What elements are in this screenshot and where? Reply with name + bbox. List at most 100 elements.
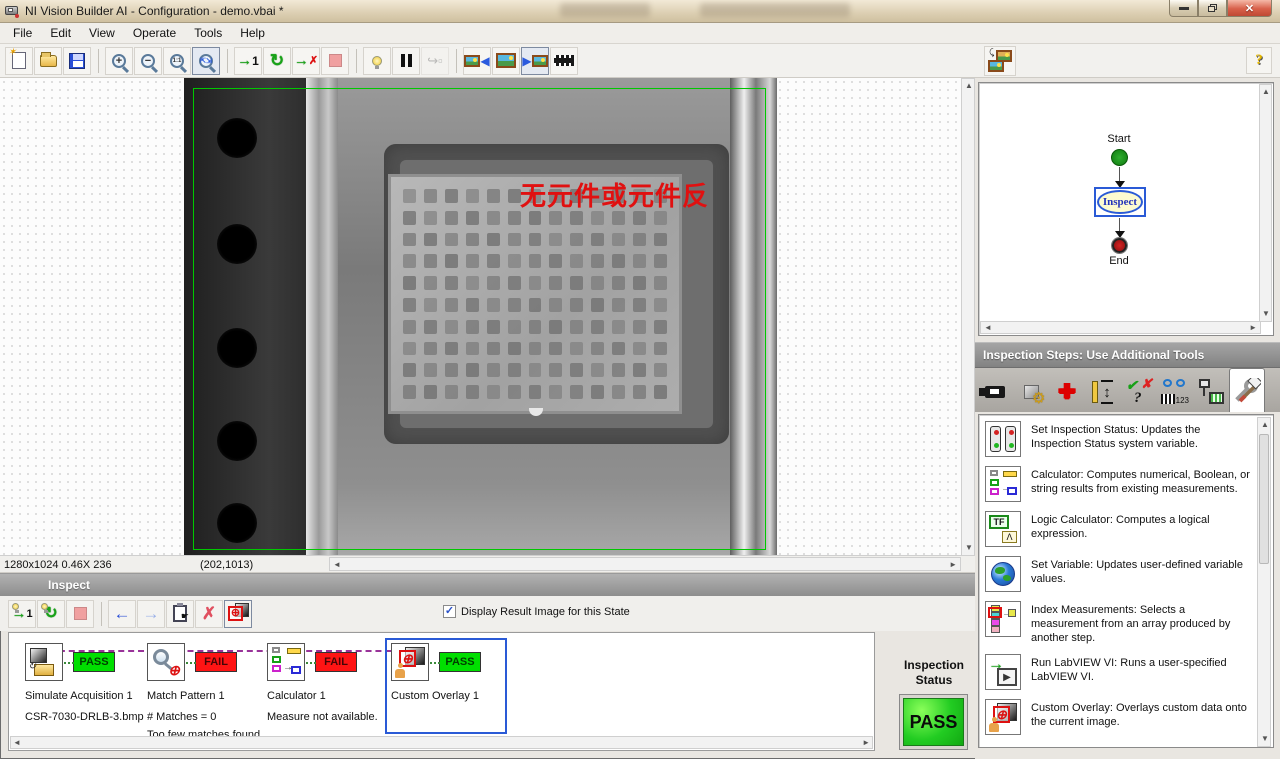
delete-step-button[interactable]: ✗ bbox=[195, 600, 223, 628]
scroll-down-arrow[interactable] bbox=[1262, 310, 1270, 318]
step-status-badge: PASS bbox=[439, 652, 481, 672]
diagram-edge bbox=[1119, 218, 1120, 232]
terminal-icon bbox=[1198, 379, 1224, 405]
highlight-execution-button[interactable] bbox=[363, 47, 391, 75]
current-step-type-button[interactable]: ⊕ bbox=[224, 600, 252, 628]
menu-edit[interactable]: Edit bbox=[41, 23, 80, 43]
next-image-button[interactable]: ▶ bbox=[521, 47, 549, 75]
scrollbar-thumb[interactable] bbox=[1259, 434, 1269, 564]
toolbar-separator bbox=[98, 49, 99, 73]
zoom-out-button[interactable]: − bbox=[134, 47, 162, 75]
new-inspection-button[interactable]: ✶ bbox=[5, 47, 33, 75]
open-inspection-button[interactable] bbox=[34, 47, 62, 75]
wrench-hammer-icon bbox=[1233, 378, 1261, 404]
state-run-loop-button[interactable]: ↻ bbox=[37, 600, 65, 628]
tab-acquire-images[interactable] bbox=[977, 372, 1013, 412]
diagram-edge bbox=[1119, 167, 1120, 182]
stop-button[interactable] bbox=[321, 47, 349, 75]
step-custom-overlay[interactable]: ⊕ PASS Custom Overlay 1 bbox=[391, 643, 509, 681]
scroll-up-arrow[interactable] bbox=[965, 82, 973, 90]
step-over-icon: ↪▫ bbox=[427, 53, 443, 69]
image-viewport[interactable]: 无元件或元件反 bbox=[0, 78, 961, 556]
menu-operate[interactable]: Operate bbox=[124, 23, 185, 43]
tool-run-labview-vi[interactable]: →▶ Run LabVIEW VI: Runs a user-specified… bbox=[985, 654, 1253, 690]
scroll-up-arrow[interactable] bbox=[1262, 88, 1270, 96]
switch-view-button[interactable]: ⤹ bbox=[984, 46, 1016, 76]
step-over-button[interactable]: ↪▫ bbox=[421, 47, 449, 75]
inspect-state-node[interactable]: Inspect bbox=[1094, 187, 1146, 217]
edit-step-button[interactable]: ☛ bbox=[166, 600, 194, 628]
state-run-once-button[interactable]: →1 bbox=[8, 600, 36, 628]
scroll-down-arrow[interactable] bbox=[1261, 735, 1269, 743]
next-step-button[interactable]: → bbox=[137, 600, 165, 628]
step-calculator[interactable]: → FAIL Calculator 1 Measure not availabl… bbox=[267, 643, 385, 681]
display-result-option[interactable]: ✓ Display Result Image for this State bbox=[443, 605, 630, 618]
step-match-pattern[interactable]: ⊕ FAIL Match Pattern 1 # Matches = 0 Too… bbox=[147, 643, 265, 681]
tab-locate-features[interactable]: ✚ bbox=[1049, 372, 1085, 412]
image-horizontal-scrollbar[interactable] bbox=[329, 557, 961, 571]
diagram-vertical-scrollbar[interactable] bbox=[1259, 84, 1272, 322]
checkbox-checked-icon[interactable]: ✓ bbox=[443, 605, 456, 618]
minimize-button[interactable] bbox=[1169, 0, 1198, 17]
scroll-left-arrow[interactable] bbox=[984, 324, 992, 332]
previous-image-button[interactable]: ◀ bbox=[463, 47, 491, 75]
diagram-horizontal-scrollbar[interactable] bbox=[980, 321, 1261, 334]
run-until-fail-button[interactable]: →✗ bbox=[292, 47, 320, 75]
inspect-state-ellipse: Inspect bbox=[1097, 190, 1143, 214]
tool-set-variable[interactable]: Set Variable: Updates user-defined varia… bbox=[985, 556, 1253, 592]
tool-index-measurements[interactable]: → Index Measurements: Selects a measurem… bbox=[985, 601, 1253, 645]
tab-use-additional-tools[interactable] bbox=[1229, 368, 1265, 412]
tool-set-inspection-status[interactable]: Set Inspection Status: Updates the Inspe… bbox=[985, 421, 1253, 457]
tool-name: Calculator: bbox=[1031, 469, 1084, 481]
play-sequence-button[interactable] bbox=[550, 47, 578, 75]
state-diagram-panel[interactable]: Start Inspect End bbox=[978, 82, 1274, 336]
close-button[interactable]: ✕ bbox=[1227, 0, 1272, 17]
roi-rectangle[interactable] bbox=[193, 88, 766, 550]
menu-file[interactable]: File bbox=[4, 23, 41, 43]
tool-calculator[interactable]: → Calculator: Computes numerical, Boolea… bbox=[985, 466, 1253, 502]
tool-list-scrollbar[interactable] bbox=[1257, 417, 1271, 747]
tab-measure-features[interactable]: ↕ bbox=[1085, 372, 1121, 412]
step-simulate-acquisition[interactable]: ↻ PASS Simulate Acquisition 1 CSR-7030-D… bbox=[25, 643, 143, 681]
diagram-arrowhead bbox=[1115, 231, 1125, 238]
save-inspection-button[interactable] bbox=[63, 47, 91, 75]
zoom-in-button[interactable]: + bbox=[105, 47, 133, 75]
pause-icon bbox=[401, 54, 412, 67]
menu-help[interactable]: Help bbox=[231, 23, 274, 43]
steps-horizontal-scrollbar[interactable] bbox=[10, 736, 873, 749]
end-node[interactable] bbox=[1112, 238, 1127, 253]
scroll-left-arrow[interactable] bbox=[333, 561, 341, 569]
scroll-down-arrow[interactable] bbox=[965, 544, 973, 552]
run-once-button[interactable]: →1 bbox=[234, 47, 262, 75]
tool-name: Run LabVIEW VI: bbox=[1031, 657, 1117, 669]
tool-name: Logic Calculator: bbox=[1031, 514, 1113, 526]
state-stop-button[interactable] bbox=[66, 600, 94, 628]
simulate-acquisition-icon: ↻ bbox=[25, 643, 63, 681]
start-node[interactable] bbox=[1111, 149, 1128, 166]
tool-logic-calculator[interactable]: TF Λ Logic Calculator: Computes a logica… bbox=[985, 511, 1253, 547]
restore-button[interactable] bbox=[1198, 0, 1227, 17]
scroll-left-arrow[interactable] bbox=[13, 739, 21, 747]
run-loop-button[interactable]: ↻ bbox=[263, 47, 291, 75]
previous-step-button[interactable]: ← bbox=[108, 600, 136, 628]
scroll-right-arrow[interactable] bbox=[949, 561, 957, 569]
zoom-in-icon: + bbox=[112, 54, 126, 68]
help-button[interactable]: ? bbox=[1246, 47, 1272, 74]
tab-check-presence[interactable]: ✔✘? bbox=[1121, 372, 1157, 412]
pause-button[interactable] bbox=[392, 47, 420, 75]
tool-custom-overlay[interactable]: ⊕ Custom Overlay: Overlays custom data o… bbox=[985, 699, 1253, 735]
tab-communicate[interactable] bbox=[1193, 372, 1229, 412]
scroll-up-arrow[interactable] bbox=[1261, 421, 1269, 429]
browse-images-button[interactable] bbox=[492, 47, 520, 75]
menu-view[interactable]: View bbox=[80, 23, 124, 43]
calculator-icon: → bbox=[267, 643, 305, 681]
step-name: Match Pattern 1 bbox=[147, 690, 225, 702]
tab-identify-parts[interactable]: 123 bbox=[1157, 372, 1193, 412]
tab-enhance-images[interactable]: ⚙ bbox=[1013, 372, 1049, 412]
scroll-right-arrow[interactable] bbox=[1249, 324, 1257, 332]
zoom-fit-button[interactable]: ⇱⇲ bbox=[192, 47, 220, 75]
zoom-1-1-button[interactable]: 1:1 bbox=[163, 47, 191, 75]
scroll-right-arrow[interactable] bbox=[862, 739, 870, 747]
image-vertical-scrollbar[interactable] bbox=[961, 78, 975, 556]
menu-tools[interactable]: Tools bbox=[185, 23, 231, 43]
